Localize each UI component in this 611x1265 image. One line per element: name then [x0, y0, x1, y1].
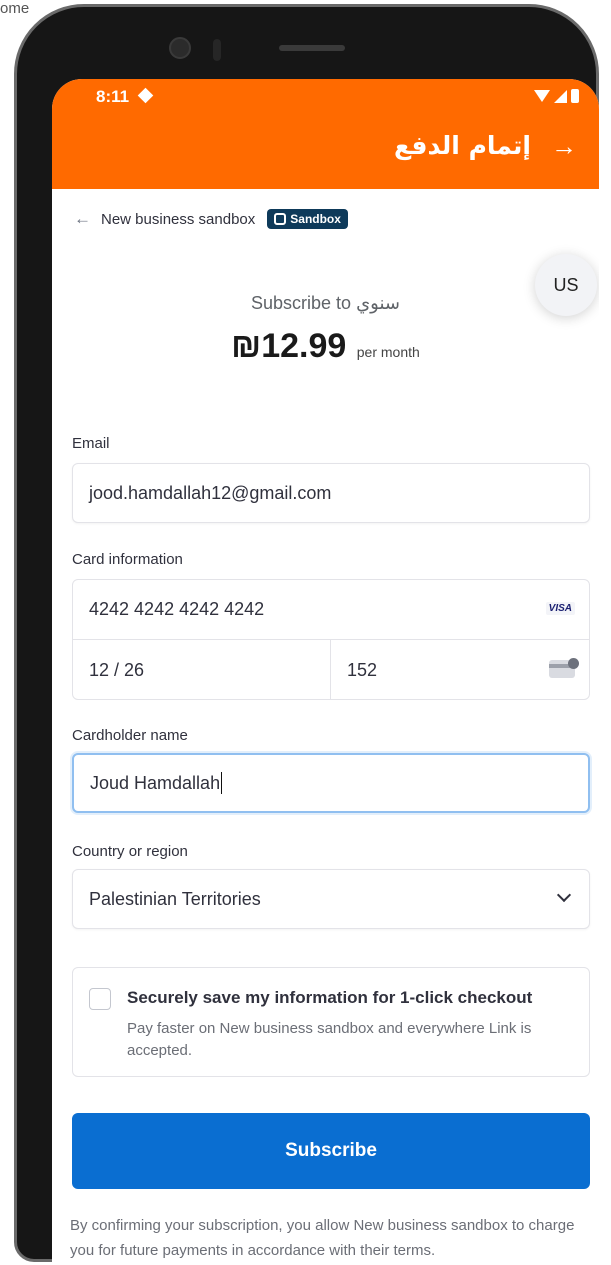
card-number-value: 4242 4242 4242 4242 [89, 599, 265, 619]
battery-icon [571, 89, 579, 103]
card-cvc-field[interactable]: 152 [331, 640, 589, 700]
status-time-text: 8:11 [96, 87, 130, 106]
cardholder-label: Cardholder name [72, 727, 188, 744]
card-expiry-value: 12 / 26 [89, 659, 145, 680]
save-info-checkbox[interactable] [89, 988, 111, 1010]
billing-period: per month [356, 344, 420, 360]
sandbox-badge-label: Sandbox [290, 212, 341, 226]
phone-frame: 8:11 إتمام الدفع → ← New business sandbo… [14, 4, 599, 1265]
status-bar-icons [534, 89, 579, 103]
cardholder-name-field[interactable]: Joud Hamdallah [72, 753, 590, 813]
card-info-group: 4242 4242 4242 4242 VISA 12 / 26 152 [72, 579, 590, 700]
subscribe-button[interactable]: Subscribe [72, 1113, 590, 1189]
device-screen: 8:11 إتمام الدفع → ← New business sandbo… [52, 79, 599, 1265]
card-number-field[interactable]: 4242 4242 4242 4242 VISA [73, 580, 589, 640]
price-display: ₪12.99 per month [52, 327, 599, 366]
email-field[interactable]: jood.hamdallah12@gmail.com [72, 463, 590, 523]
text-caret [221, 772, 223, 794]
sandbox-cube-icon [274, 213, 287, 225]
proximity-sensor [213, 39, 221, 61]
front-camera [169, 37, 191, 59]
cardholder-name-value: Joud Hamdallah [90, 772, 221, 793]
signal-icon [554, 89, 567, 103]
breadcrumb[interactable]: ← New business sandbox Sandbox [74, 209, 348, 229]
cvc-card-icon [549, 658, 579, 678]
business-name[interactable]: New business sandbox [101, 211, 255, 228]
location-diamond-icon [137, 87, 154, 104]
sandbox-badge: Sandbox [267, 209, 348, 229]
email-value: jood.hamdallah12@gmail.com [89, 482, 332, 503]
subscribe-prefix: Subscribe to [251, 293, 352, 313]
chevron-down-icon [556, 887, 572, 903]
phone-top-bezel [17, 7, 596, 77]
save-info-description: Pay faster on New business sandbox and e… [127, 1020, 532, 1059]
back-arrow-icon[interactable]: ← [74, 209, 91, 229]
email-label: Email [72, 435, 110, 452]
save-info-title[interactable]: Securely save my information for 1-click… [127, 988, 532, 1008]
card-expiry-field[interactable]: 12 / 26 [73, 640, 331, 700]
background-window-text: ome [0, 0, 30, 17]
country-select[interactable]: Palestinian Territories [72, 869, 590, 929]
wifi-icon [534, 90, 550, 102]
forward-arrow-icon[interactable]: → [551, 133, 577, 159]
country-selected-value: Palestinian Territories [89, 888, 261, 909]
card-cvc-value: 152 [347, 659, 378, 680]
app-bar: 8:11 إتمام الدفع → [52, 79, 599, 189]
price-amount: ₪12.99 [231, 327, 347, 365]
status-bar-clock: 8:11 [96, 87, 154, 107]
visa-icon: VISA [545, 602, 575, 615]
subscription-summary: Subscribe to سنوي [52, 293, 599, 314]
save-info-box[interactable]: Securely save my information for 1-click… [72, 967, 590, 1077]
earpiece-speaker [279, 45, 345, 51]
country-label: Country or region [72, 843, 188, 860]
product-name: سنوي [356, 293, 400, 313]
card-info-label: Card information [72, 551, 183, 568]
legal-disclaimer: By confirming your subscription, you all… [70, 1217, 575, 1259]
page-title: إتمام الدفع [394, 131, 531, 160]
